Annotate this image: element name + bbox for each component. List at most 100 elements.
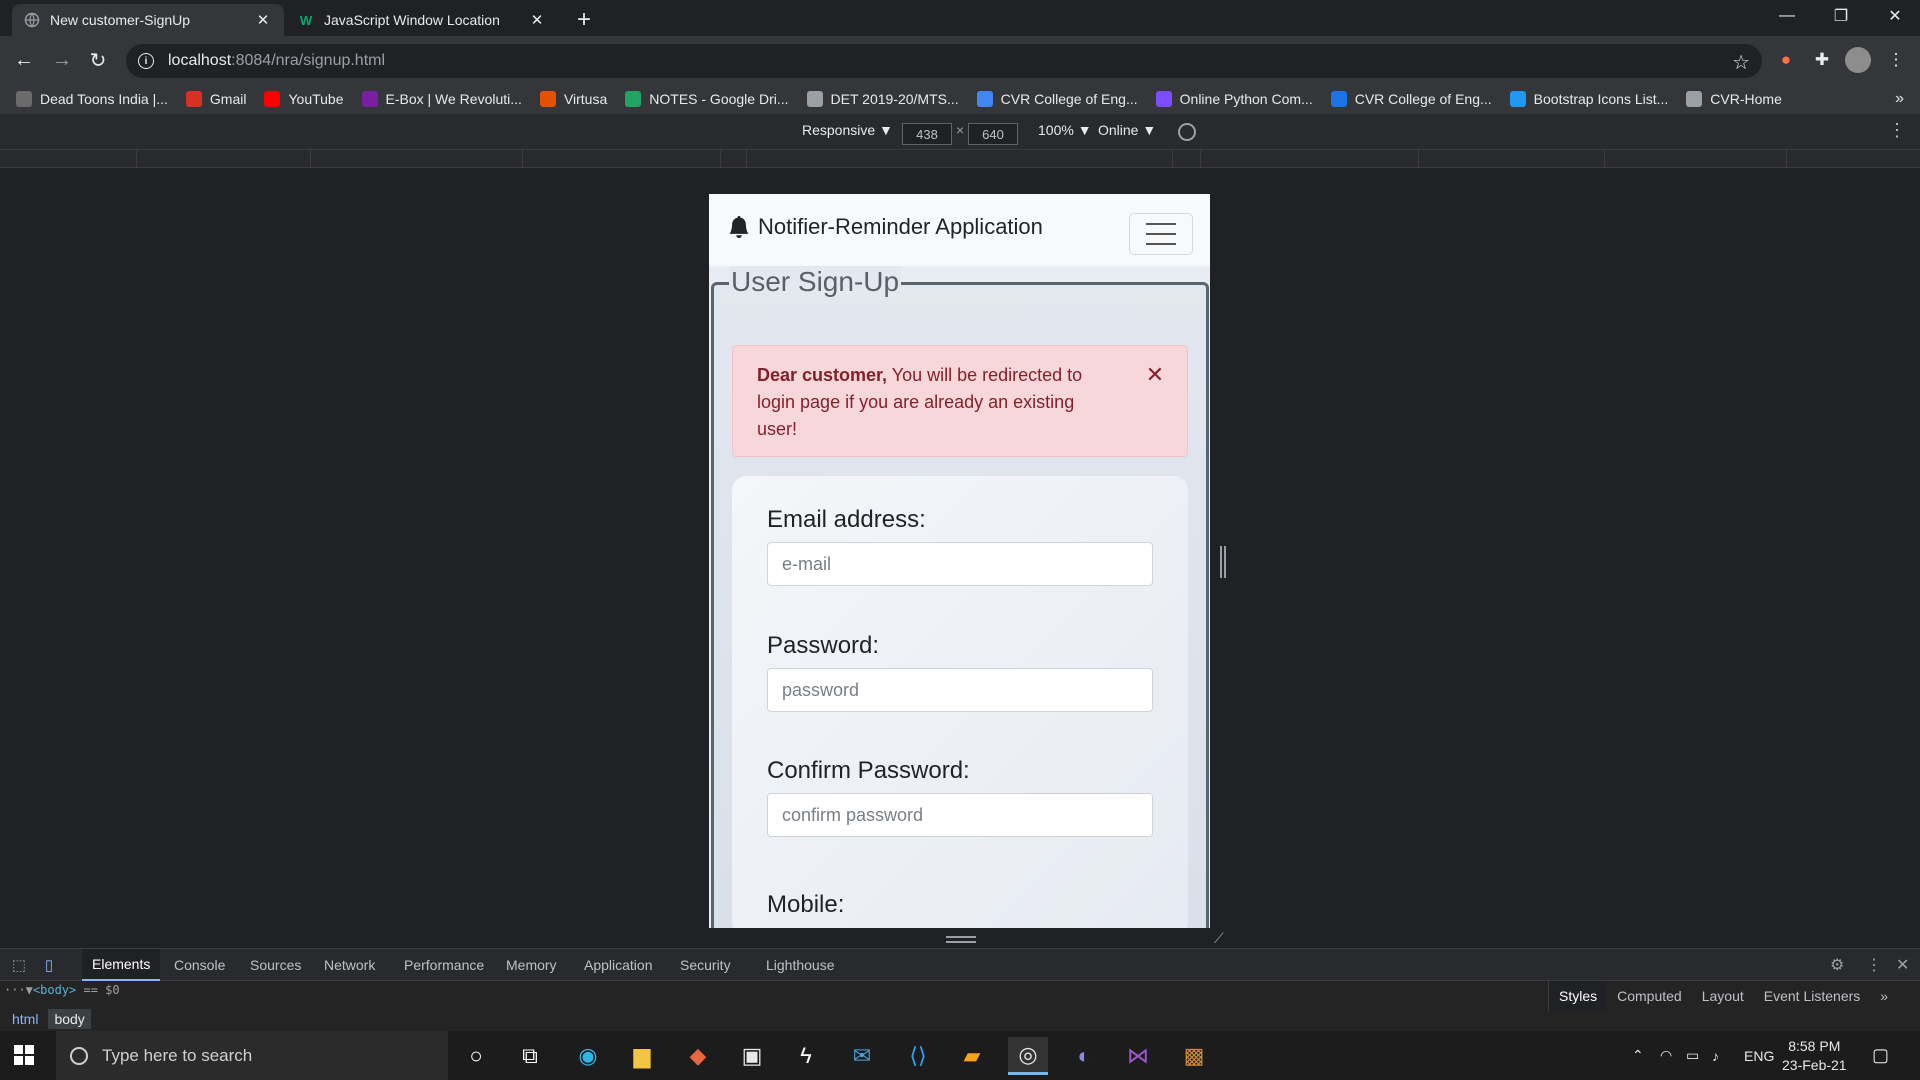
bookmark-label: CVR-Home: [1710, 91, 1782, 107]
devtools-tab-performance[interactable]: Performance: [394, 949, 494, 981]
settings-gear-icon[interactable]: ⚙: [1830, 955, 1844, 975]
close-window-icon[interactable]: ✕: [1872, 0, 1918, 32]
inspect-element-icon[interactable]: ⬚: [10, 956, 28, 974]
windows-start-icon[interactable]: [14, 1045, 34, 1065]
close-tab-icon[interactable]: ✕: [254, 11, 272, 29]
devtools-tab-console[interactable]: Console: [164, 949, 235, 981]
rotate-icon[interactable]: [1178, 123, 1196, 141]
bookmark-item[interactable]: Dead Toons India |...: [16, 91, 168, 107]
app-icon[interactable]: ▩: [1174, 1037, 1214, 1075]
bookmark-item[interactable]: NOTES - Google Dri...: [625, 91, 789, 107]
breadcrumb-body[interactable]: body: [48, 1009, 91, 1029]
mobile-label: Mobile:: [767, 891, 845, 918]
more-bookmarks-icon[interactable]: »: [1895, 84, 1904, 114]
resize-bottom-handle[interactable]: [946, 936, 976, 944]
devtools-tab-lighthouse[interactable]: Lighthouse: [756, 949, 845, 981]
forward-icon[interactable]: →: [48, 46, 76, 74]
store-icon[interactable]: ▣: [732, 1037, 772, 1075]
device-toggle-icon[interactable]: ▯: [40, 956, 58, 974]
resize-right-handle[interactable]: [1220, 546, 1226, 578]
tab-layout[interactable]: Layout: [1692, 981, 1754, 1011]
eclipse-icon[interactable]: ◐: [1064, 1037, 1104, 1075]
back-icon[interactable]: ←: [10, 46, 38, 74]
bookmark-item[interactable]: CVR College of Eng...: [976, 91, 1138, 107]
mail-icon[interactable]: ✉: [842, 1037, 882, 1075]
edge-icon[interactable]: ◉: [568, 1037, 608, 1075]
bookmark-item[interactable]: Online Python Com...: [1155, 91, 1313, 107]
email-field[interactable]: [767, 542, 1153, 586]
resize-corner-handle[interactable]: ⟋: [1214, 930, 1230, 946]
language-indicator[interactable]: ENG: [1744, 1031, 1774, 1080]
password-field[interactable]: [767, 668, 1153, 712]
tab-js-window-location[interactable]: W JavaScript Window Location ✕: [286, 4, 558, 36]
close-devtools-icon[interactable]: ✕: [1896, 955, 1909, 975]
devtools-tab-application[interactable]: Application: [574, 949, 663, 981]
minimize-icon[interactable]: —: [1764, 0, 1810, 32]
bookmark-item[interactable]: Virtusa: [539, 91, 607, 107]
chrome-icon[interactable]: ◎: [1008, 1037, 1048, 1075]
cortana-icon[interactable]: ○: [456, 1037, 496, 1075]
taskbar-search-input[interactable]: Type here to search: [56, 1031, 448, 1080]
puzzle-icon[interactable]: ✚: [1808, 46, 1836, 74]
bookmark-item[interactable]: Gmail: [185, 91, 246, 107]
bookmark-item[interactable]: YouTube: [264, 91, 344, 107]
devtools-tab-sources[interactable]: Sources: [240, 949, 311, 981]
bookmark-item[interactable]: E-Box | We Revoluti...: [361, 91, 522, 107]
viewport-width-input[interactable]: 438: [902, 123, 952, 145]
close-tab-icon[interactable]: ✕: [528, 11, 546, 29]
wifi-icon[interactable]: ◠: [1660, 1031, 1672, 1080]
task-view-icon[interactable]: ⧉: [510, 1037, 550, 1075]
bookmark-item[interactable]: CVR-Home: [1686, 91, 1782, 107]
navbar-toggler-button[interactable]: [1129, 213, 1193, 255]
restore-icon[interactable]: ❐: [1818, 0, 1864, 32]
bookmark-label: Dead Toons India |...: [40, 91, 168, 107]
new-tab-button[interactable]: +: [570, 6, 598, 34]
notifications-icon[interactable]: ▢: [1872, 1031, 1889, 1080]
address-bar[interactable]: i localhost:8084/nra/signup.html ☆: [126, 44, 1762, 78]
confirm-password-field[interactable]: [767, 793, 1153, 837]
tab-signup[interactable]: New customer-SignUp ✕: [12, 4, 284, 36]
git-icon[interactable]: ◆: [678, 1037, 718, 1075]
taskbar-clock[interactable]: 8:58 PM 23-Feb-21: [1782, 1037, 1847, 1075]
file-explorer-icon[interactable]: ▆: [622, 1037, 662, 1075]
devtools-tab-security[interactable]: Security: [670, 949, 741, 981]
tab-computed[interactable]: Computed: [1607, 981, 1692, 1011]
breadcrumb-html[interactable]: html: [6, 1009, 44, 1029]
bookmark-star-icon[interactable]: ☆: [1732, 50, 1750, 75]
avatar[interactable]: [1844, 46, 1872, 74]
tab-styles[interactable]: Styles: [1549, 981, 1608, 1011]
sticky-notes-icon[interactable]: ▰: [952, 1037, 992, 1075]
bookmark-item[interactable]: CVR College of Eng...: [1330, 91, 1492, 107]
device-menu-kebab-icon[interactable]: ⋮: [1888, 120, 1906, 141]
bookmark-item[interactable]: DET 2019-20/MTS...: [806, 91, 959, 107]
windows-taskbar: Type here to search ○ ⧉ ◉ ▆ ◆ ▣ ϟ ✉ ⟨⟩ ▰…: [0, 1031, 1920, 1080]
site-info-icon[interactable]: i: [138, 53, 154, 69]
zoom-select[interactable]: 100% ▼: [1038, 122, 1092, 138]
youtube-icon: [264, 91, 281, 107]
network-throttle-select[interactable]: Online ▼: [1098, 122, 1156, 138]
lightning-app-icon[interactable]: ϟ: [786, 1037, 826, 1075]
viewport-height-input[interactable]: 640: [968, 123, 1018, 145]
navbar-brand[interactable]: Notifier-Reminder Application: [728, 214, 1043, 240]
tray-chevron-icon[interactable]: ⌃: [1632, 1031, 1644, 1080]
dom-tree-line[interactable]: ···▼<body> == $0: [0, 981, 1540, 999]
bookmark-item[interactable]: Bootstrap Icons List...: [1509, 91, 1668, 107]
extension-icon[interactable]: ●: [1772, 46, 1800, 74]
hamburger-line: [1146, 223, 1176, 225]
more-tabs-icon[interactable]: »: [1870, 981, 1898, 1011]
devtools-tab-memory[interactable]: Memory: [496, 949, 567, 981]
fieldset-legend: User Sign-Up: [729, 266, 902, 298]
devtools-tab-network[interactable]: Network: [314, 949, 385, 981]
close-icon[interactable]: ✕: [1145, 362, 1165, 387]
device-mode-select[interactable]: Responsive ▼: [802, 122, 893, 138]
devtools-tab-elements[interactable]: Elements: [82, 949, 161, 981]
menu-kebab-icon[interactable]: ⋮: [1882, 46, 1910, 74]
vscode-icon[interactable]: ⟨⟩: [898, 1037, 938, 1075]
volume-icon[interactable]: ♪: [1712, 1031, 1719, 1080]
devtools-menu-icon[interactable]: ⋮: [1866, 955, 1882, 975]
battery-icon[interactable]: ▭: [1686, 1031, 1699, 1080]
reload-icon[interactable]: ↻: [84, 46, 112, 74]
visual-studio-icon[interactable]: ⋈: [1118, 1037, 1158, 1075]
device-viewport: Notifier-Reminder Application User Sign-…: [709, 194, 1210, 928]
tab-event-listeners[interactable]: Event Listeners: [1754, 981, 1871, 1011]
